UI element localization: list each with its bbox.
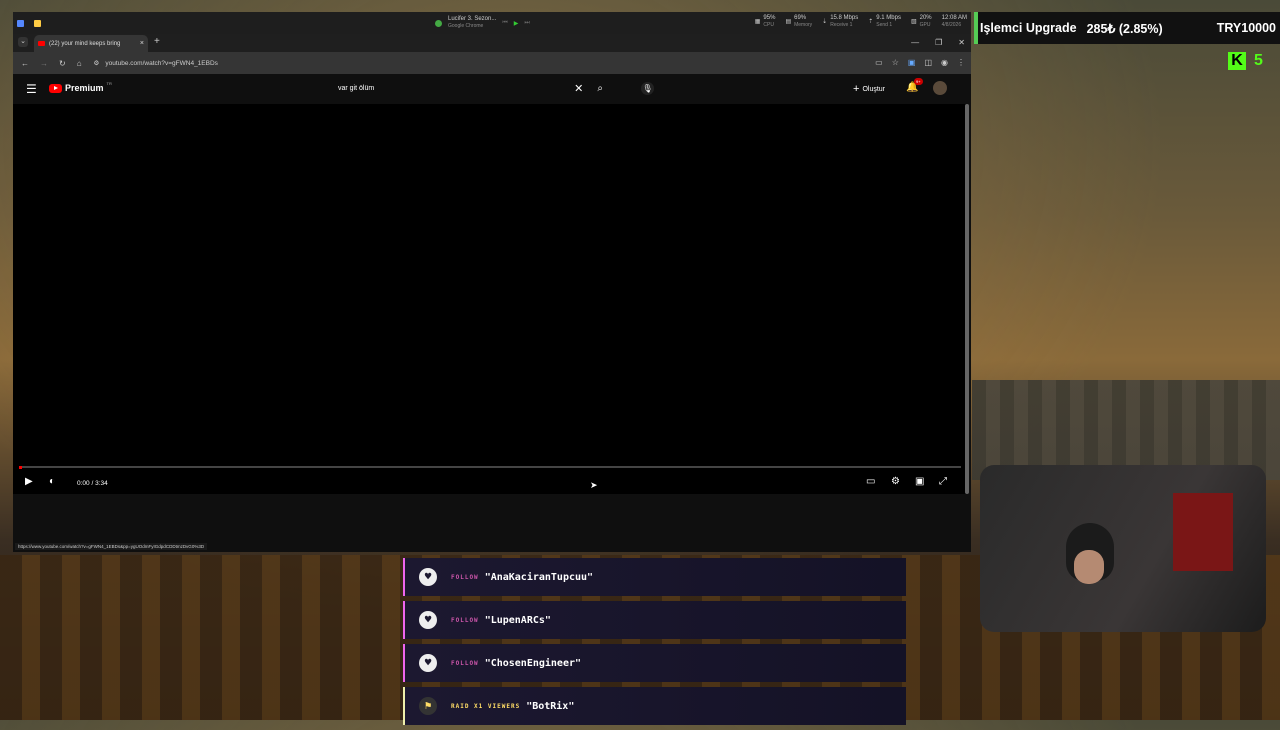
os-taskbar: Lucifer 3. Sezon... Google Chrome ⏮ ▶ ⏭ … — [13, 12, 971, 34]
streamer-face — [1074, 550, 1104, 584]
media-title: Lucifer 3. Sezon... — [448, 16, 497, 22]
address-bar: ← → ↻ ⌂ ⚙ youtube.com/watch?v=gFWN4_1EBD… — [13, 52, 971, 74]
clock[interactable]: 12:08 AM 4/8/2026 — [942, 15, 967, 29]
link-status-url: https://www.youtube.com/watch?v=gFWN4_1E… — [15, 543, 208, 550]
prev-icon[interactable]: ⏮ — [502, 20, 507, 27]
stat-memory: ▤ 69% Memory — [785, 15, 813, 28]
theater-mode-icon[interactable]: ▣ — [915, 476, 924, 487]
chrome-icon — [435, 19, 442, 27]
country-code: TR — [106, 80, 112, 86]
stat-gpu: ▧ 20% GPU — [910, 15, 932, 28]
cast-icon[interactable]: ▭ — [875, 58, 883, 67]
flag — [1173, 493, 1233, 571]
play-media-icon[interactable]: ▶ — [514, 20, 519, 27]
bookmark-star-icon[interactable]: ☆ — [892, 58, 899, 67]
alert-user: "ChosenEngineer" — [484, 657, 582, 669]
tab-title: (22) your mind keeps bring — [49, 40, 121, 47]
progress-bar[interactable] — [19, 465, 961, 469]
kick-viewers: K 5 — [1228, 52, 1263, 70]
alert-tag: FOLLOW — [451, 573, 479, 581]
app-icon[interactable] — [17, 19, 24, 27]
forward-icon[interactable]: → — [40, 59, 48, 68]
kick-logo-icon: K — [1228, 52, 1246, 70]
hamburger-menu-icon[interactable]: ☰ — [26, 82, 37, 96]
new-tab-button[interactable]: + — [154, 36, 160, 47]
youtube-play-icon — [49, 83, 62, 93]
next-icon[interactable]: ⏭ — [524, 20, 529, 27]
tab-bar: ⌄ (22) your mind keeps bring × + — ❐ ✕ — [13, 34, 971, 52]
tab-search-icon[interactable]: ⌄ — [18, 37, 28, 47]
progress-scrubber[interactable] — [19, 465, 22, 469]
ticker-accent — [974, 12, 978, 44]
alert-tag: FOLLOW — [451, 616, 479, 624]
minimize-icon[interactable]: — — [911, 38, 919, 47]
media-sub: Google Chrome — [448, 23, 484, 29]
create-label: Oluştur — [862, 85, 885, 93]
alerts-list: ♥ FOLLOW "AnaKaciranTupcuu" ♥ FOLLOW "Lu… — [403, 558, 906, 730]
youtube-header: ☰ Premium TR var git ölüm ✕ ⌕ 🎙 + Oluştu… — [13, 74, 971, 104]
alert-tag: RAID X1 VIEWERS — [451, 702, 521, 710]
goal-progress: 285₺ (2.85%) — [1086, 21, 1163, 36]
profile-icon[interactable]: ◉ — [941, 58, 948, 67]
fullscreen-icon[interactable]: ⤢ — [939, 476, 947, 487]
time-display: 0:00 / 3:34 — [77, 480, 108, 487]
alert-user: "LupenARCs" — [484, 614, 551, 626]
microphone-icon[interactable]: 🎙 — [641, 82, 654, 95]
search-icon[interactable]: ⌕ — [597, 83, 603, 94]
video-player[interactable]: ▶ ◐ 0:00 / 3:34 ➤ ▭ ⚙ ▣ ⤢ — [13, 104, 967, 494]
stat-receive: ⇣ 15.8 Mbps Receive 1 — [822, 15, 859, 28]
extension-icon[interactable]: ▣ — [908, 58, 916, 67]
restore-icon[interactable]: ❐ — [935, 38, 942, 47]
stat-cpu: ▦ 95% CPU — [754, 15, 776, 28]
extensions-puzzle-icon[interactable]: ◫ — [924, 58, 932, 67]
alert-follow: ♥ FOLLOW "LupenARCs" — [403, 601, 906, 639]
play-icon[interactable]: ▶ — [25, 476, 33, 487]
alert-follow: ♥ FOLLOW "AnaKaciranTupcuu" — [403, 558, 906, 596]
youtube-logo[interactable]: Premium TR — [49, 80, 112, 93]
mouse-cursor-icon: ➤ — [590, 480, 598, 490]
raid-icon: ⚑ — [419, 697, 437, 715]
url-field[interactable]: youtube.com/watch?v=gFWN4_1EBDs — [105, 60, 218, 67]
webcam-overlay — [980, 465, 1266, 632]
page-scrollbar[interactable] — [965, 104, 969, 494]
viewer-count: 5 — [1254, 52, 1263, 69]
logo-text: Premium — [65, 83, 104, 93]
settings-gear-icon[interactable]: ⚙ — [891, 476, 900, 487]
alert-follow: ♥ FOLLOW "ChosenEngineer" — [403, 644, 906, 682]
back-icon[interactable]: ← — [21, 59, 29, 68]
media-widget[interactable]: Lucifer 3. Sezon... Google Chrome ⏮ ▶ ⏭ — [435, 16, 530, 30]
subtitles-icon[interactable]: ▭ — [866, 476, 875, 487]
goal-ticker: Işlemci Upgrade 285₺ (2.85%) TRY10000 — [974, 12, 1280, 44]
alert-user: "BotRix" — [526, 700, 575, 712]
close-window-icon[interactable]: ✕ — [958, 38, 965, 47]
system-stats: ▦ 95% CPU ▤ 69% Memory ⇣ 15.8 Mbps Receive 1 ⇡… — [755, 15, 967, 29]
notification-badge: 9+ — [914, 78, 923, 85]
reload-icon[interactable]: ↻ — [59, 59, 66, 68]
close-tab-icon[interactable]: × — [140, 40, 144, 47]
heart-icon: ♥ — [419, 611, 437, 629]
heart-icon: ♥ — [419, 568, 437, 586]
menu-dots-icon[interactable]: ⋮ — [957, 58, 965, 67]
clear-search-icon[interactable]: ✕ — [574, 82, 583, 95]
alert-tag: FOLLOW — [451, 659, 479, 667]
goal-name: Işlemci Upgrade — [980, 21, 1077, 35]
avatar[interactable] — [933, 81, 947, 95]
stat-send: ⇡ 9.1 Mbps Send 1 — [868, 15, 901, 28]
volume-icon[interactable]: ◐ — [49, 476, 55, 487]
search-box[interactable]: var git ölüm ✕ ⌕ — [333, 79, 603, 98]
folder-icon[interactable] — [34, 19, 41, 27]
site-info-icon[interactable]: ⚙ — [94, 59, 100, 67]
player-controls: ▶ ◐ 0:00 / 3:34 ➤ ▭ ⚙ ▣ ⤢ — [13, 473, 967, 493]
home-icon[interactable]: ⌂ — [77, 59, 82, 68]
search-input[interactable]: var git ölüm — [333, 85, 574, 92]
tab-youtube[interactable]: (22) your mind keeps bring × — [34, 35, 148, 52]
alert-user: "AnaKaciranTupcuu" — [484, 571, 594, 583]
plus-icon: + — [853, 83, 860, 95]
heart-icon: ♥ — [419, 654, 437, 672]
create-button[interactable]: + Oluştur — [853, 83, 885, 95]
browser-window: Lucifer 3. Sezon... Google Chrome ⏮ ▶ ⏭ … — [13, 12, 971, 552]
youtube-favicon-icon — [38, 41, 45, 46]
goal-target: TRY10000 — [1216, 21, 1276, 35]
alert-raid: ⚑ RAID X1 VIEWERS "BotRix" — [403, 687, 906, 725]
